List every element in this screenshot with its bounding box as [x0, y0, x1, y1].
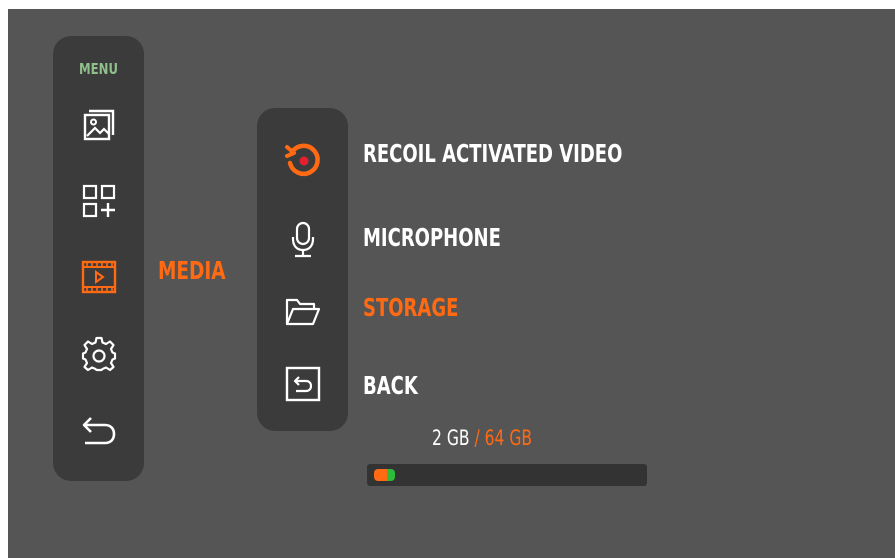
folder-icon	[284, 296, 322, 328]
media-icon	[81, 259, 117, 295]
sidebar-item-gallery[interactable]	[53, 96, 144, 156]
camera-menu-screen: MENU MEDIA RECOIL ACTIVATED VIDEO MICROP…	[8, 9, 895, 558]
storage-used-value: 2 GB	[432, 426, 470, 450]
sidebar-item-back[interactable]	[53, 400, 144, 460]
storage-free-indicator	[387, 469, 395, 481]
back-box-icon	[285, 366, 321, 402]
gallery-icon	[82, 109, 116, 143]
apps-add-icon	[82, 184, 116, 218]
submenu-item-storage-icon-slot[interactable]	[257, 282, 348, 342]
sidebar-item-media[interactable]	[53, 247, 144, 307]
storage-total-value: / 64 GB	[474, 426, 533, 450]
storage-usage-bar	[367, 464, 647, 486]
main-menu-sidebar: MENU	[53, 36, 144, 481]
submenu-item-microphone-label[interactable]: MICROPHONE	[363, 223, 501, 252]
storage-used-segment	[374, 469, 387, 481]
submenu-item-microphone-icon-slot[interactable]	[257, 210, 348, 270]
recoil-record-icon	[284, 141, 322, 179]
storage-usage-fill	[374, 469, 395, 481]
microphone-icon	[289, 221, 317, 259]
sidebar-active-label: MEDIA	[158, 256, 226, 285]
submenu-item-recoil-icon-slot[interactable]	[257, 130, 348, 190]
back-arrow-icon	[81, 414, 117, 446]
submenu-item-recoil-label[interactable]: RECOIL ACTIVATED VIDEO	[363, 139, 622, 168]
menu-title: MENU	[79, 60, 118, 78]
sidebar-item-apps[interactable]	[53, 171, 144, 231]
media-submenu-panel	[257, 108, 348, 431]
submenu-item-back-icon-slot[interactable]	[257, 354, 348, 414]
settings-gear-icon	[81, 336, 117, 372]
submenu-item-back-label[interactable]: BACK	[363, 371, 418, 400]
sidebar-item-settings[interactable]	[53, 324, 144, 384]
storage-capacity-text: 2 GB / 64 GB	[432, 426, 532, 450]
submenu-item-storage-label[interactable]: STORAGE	[363, 293, 458, 322]
